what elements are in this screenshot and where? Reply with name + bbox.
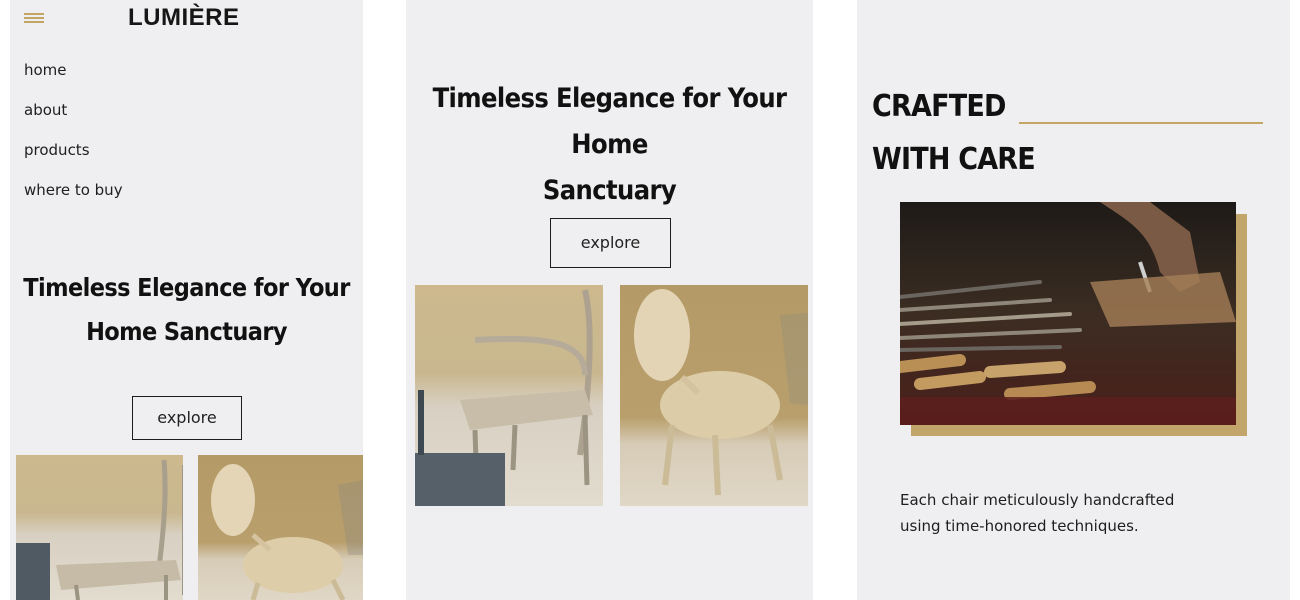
hero-title: Timeless Elegance for Your Home Sanctuar… (10, 266, 363, 354)
explore-button[interactable]: explore (550, 218, 671, 268)
craft-caption: Each chair meticulously handcrafted usin… (900, 487, 1260, 539)
nav-item-where-to-buy[interactable]: where to buy (24, 178, 123, 218)
hero-title-line: Timeless Elegance for Your Home (432, 83, 787, 160)
mobile-view-panel: LUMIÈRE home about products where to buy… (10, 0, 363, 600)
gold-divider (1019, 122, 1263, 124)
nav-item-home[interactable]: home (24, 58, 123, 98)
woodcarving-tools-photo (900, 202, 1236, 425)
caption-line: using time-honored techniques. (900, 517, 1139, 535)
craft-heading-line: CRAFTED (872, 89, 1006, 124)
hero-title-line: Sanctuary (542, 175, 677, 206)
hero-title: Timeless Elegance for Your Home Sanctuar… (406, 76, 813, 214)
craft-heading-line: WITH CARE (872, 142, 1036, 177)
chair-photo (16, 455, 183, 600)
chair-photo (620, 285, 808, 506)
chair-photo (415, 285, 603, 506)
nav-item-about[interactable]: about (24, 98, 123, 138)
tablet-view-panel: Timeless Elegance for Your Home Sanctuar… (406, 0, 813, 600)
craft-section-panel: CRAFTED WITH CARE Each chair meticulousl… (857, 0, 1290, 600)
chair-photo (198, 455, 363, 600)
hero-title-line: Timeless Elegance for Your (23, 273, 350, 302)
nav-item-products[interactable]: products (24, 138, 123, 178)
hamburger-menu-icon[interactable] (24, 13, 44, 25)
craft-heading: CRAFTED WITH CARE (872, 80, 1036, 186)
caption-line: Each chair meticulously handcrafted (900, 491, 1175, 509)
brand-logo[interactable]: LUMIÈRE (128, 4, 240, 32)
explore-button[interactable]: explore (132, 396, 242, 440)
nav-menu: home about products where to buy (24, 58, 123, 218)
hero-title-line: Home Sanctuary (86, 317, 287, 346)
